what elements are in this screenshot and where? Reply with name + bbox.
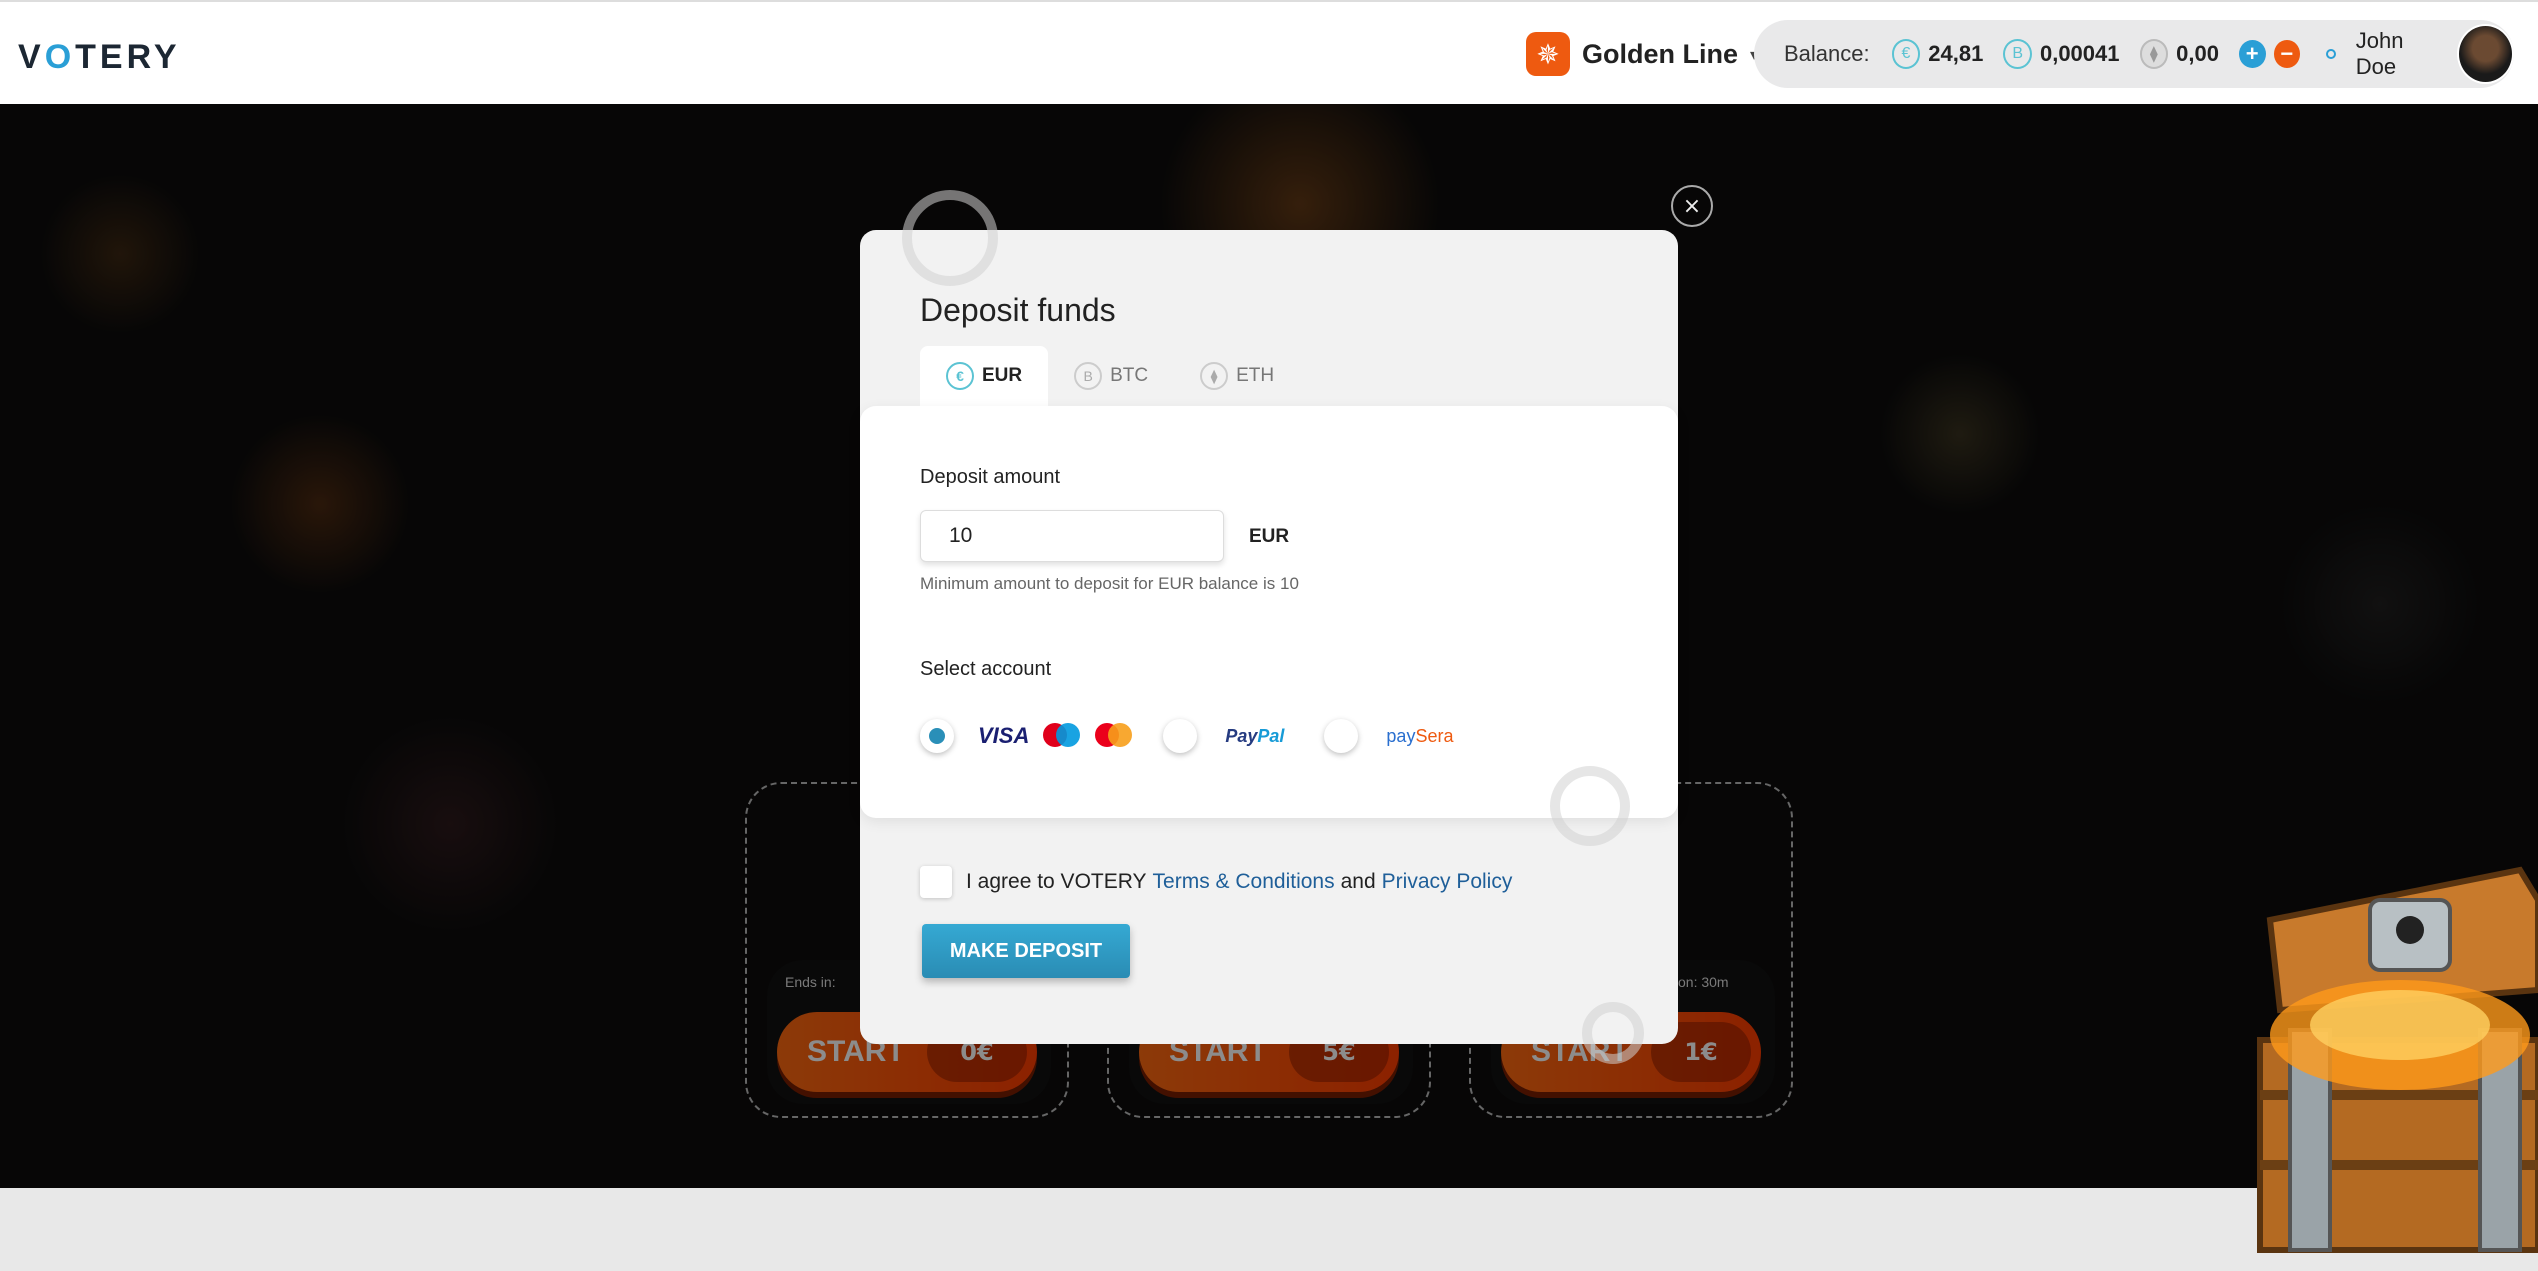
terms-agreement: I agree to VOTERY Terms & Conditions and… <box>920 866 1518 898</box>
minimum-amount-note: Minimum amount to deposit for EUR balanc… <box>920 574 1299 593</box>
btc-coin-icon: B <box>1074 362 1103 390</box>
status-dot-icon <box>2326 49 2336 59</box>
privacy-link[interactable]: Privacy Policy <box>1382 870 1513 894</box>
card-account-radio[interactable] <box>920 719 954 753</box>
withdraw-button[interactable]: − <box>2273 40 2301 68</box>
decorative-ring <box>902 190 998 286</box>
game-selector-label: Golden Line <box>1582 38 1739 69</box>
balance-label: Balance: <box>1784 41 1870 66</box>
decorative-ring <box>1582 1002 1644 1064</box>
eth-balance: 0,00 <box>2176 41 2219 66</box>
and-text: and <box>1340 870 1376 893</box>
balance-bar: Balance: € 24,81 B 0,00041 ⧫ 0,00 + − Jo… <box>1754 20 2515 88</box>
paypal-logo-icon: PayPal <box>1225 725 1285 746</box>
terms-checkbox[interactable] <box>920 866 952 898</box>
paysera-logo-icon: paySera <box>1386 725 1454 746</box>
close-modal-button[interactable]: × <box>1671 185 1713 227</box>
add-funds-button[interactable]: + <box>2238 40 2266 68</box>
eur-coin-icon: € <box>946 362 974 390</box>
maestro-logo-icon <box>1043 723 1081 749</box>
currency-tabs: € EUR B BTC ⧫ ETH <box>920 346 1300 406</box>
tab-eth[interactable]: ⧫ ETH <box>1174 346 1300 406</box>
visa-logo-icon: VISA <box>978 723 1030 748</box>
btc-balance: 0,00041 <box>2039 41 2120 66</box>
avatar[interactable] <box>2456 24 2515 84</box>
decorative-ring <box>1550 766 1630 846</box>
mastercard-logo-icon <box>1095 723 1133 749</box>
votery-logo[interactable]: VOTERY <box>18 38 181 77</box>
deposit-form-panel: Deposit amount EUR Minimum amount to dep… <box>860 406 1678 846</box>
treasure-chest-icon <box>2257 866 2538 1253</box>
eth-coin-icon: ⧫ <box>1200 362 1229 390</box>
paypal-account-radio[interactable] <box>1163 719 1198 753</box>
game-selector[interactable]: ✵ Golden Line ▾ <box>1526 30 1758 78</box>
select-account-label: Select account <box>920 658 1052 680</box>
paysera-account-radio[interactable] <box>1324 719 1359 753</box>
footer-strip <box>0 1188 2538 1271</box>
make-deposit-button[interactable]: MAKE DEPOSIT <box>922 924 1130 978</box>
agree-text: I agree to VOTERY <box>966 870 1147 893</box>
deposit-modal: Deposit funds € EUR B BTC ⧫ ETH Deposit … <box>860 190 1678 1064</box>
user-name[interactable]: John Doe <box>2356 28 2445 80</box>
tab-eur[interactable]: € EUR <box>920 346 1049 406</box>
eth-coin-icon: ⧫ <box>2139 39 2169 69</box>
tab-btc[interactable]: B BTC <box>1048 346 1174 406</box>
eur-balance: 24,81 <box>1928 41 1984 66</box>
eur-coin-icon: € <box>1891 39 1921 69</box>
amount-currency: EUR <box>1249 526 1290 547</box>
modal-title: Deposit funds <box>920 292 1116 328</box>
terms-link[interactable]: Terms & Conditions <box>1153 870 1335 894</box>
account-options: VISA PayPal paySera <box>920 714 1453 758</box>
top-header: VOTERY ✵ Golden Line ▾ Balance: € 24,81 … <box>0 0 2538 104</box>
btc-coin-icon: B <box>2003 39 2032 69</box>
deposit-amount-label: Deposit amount <box>920 466 1061 488</box>
wheel-icon: ✵ <box>1526 32 1570 76</box>
deposit-amount-input[interactable] <box>920 510 1224 562</box>
